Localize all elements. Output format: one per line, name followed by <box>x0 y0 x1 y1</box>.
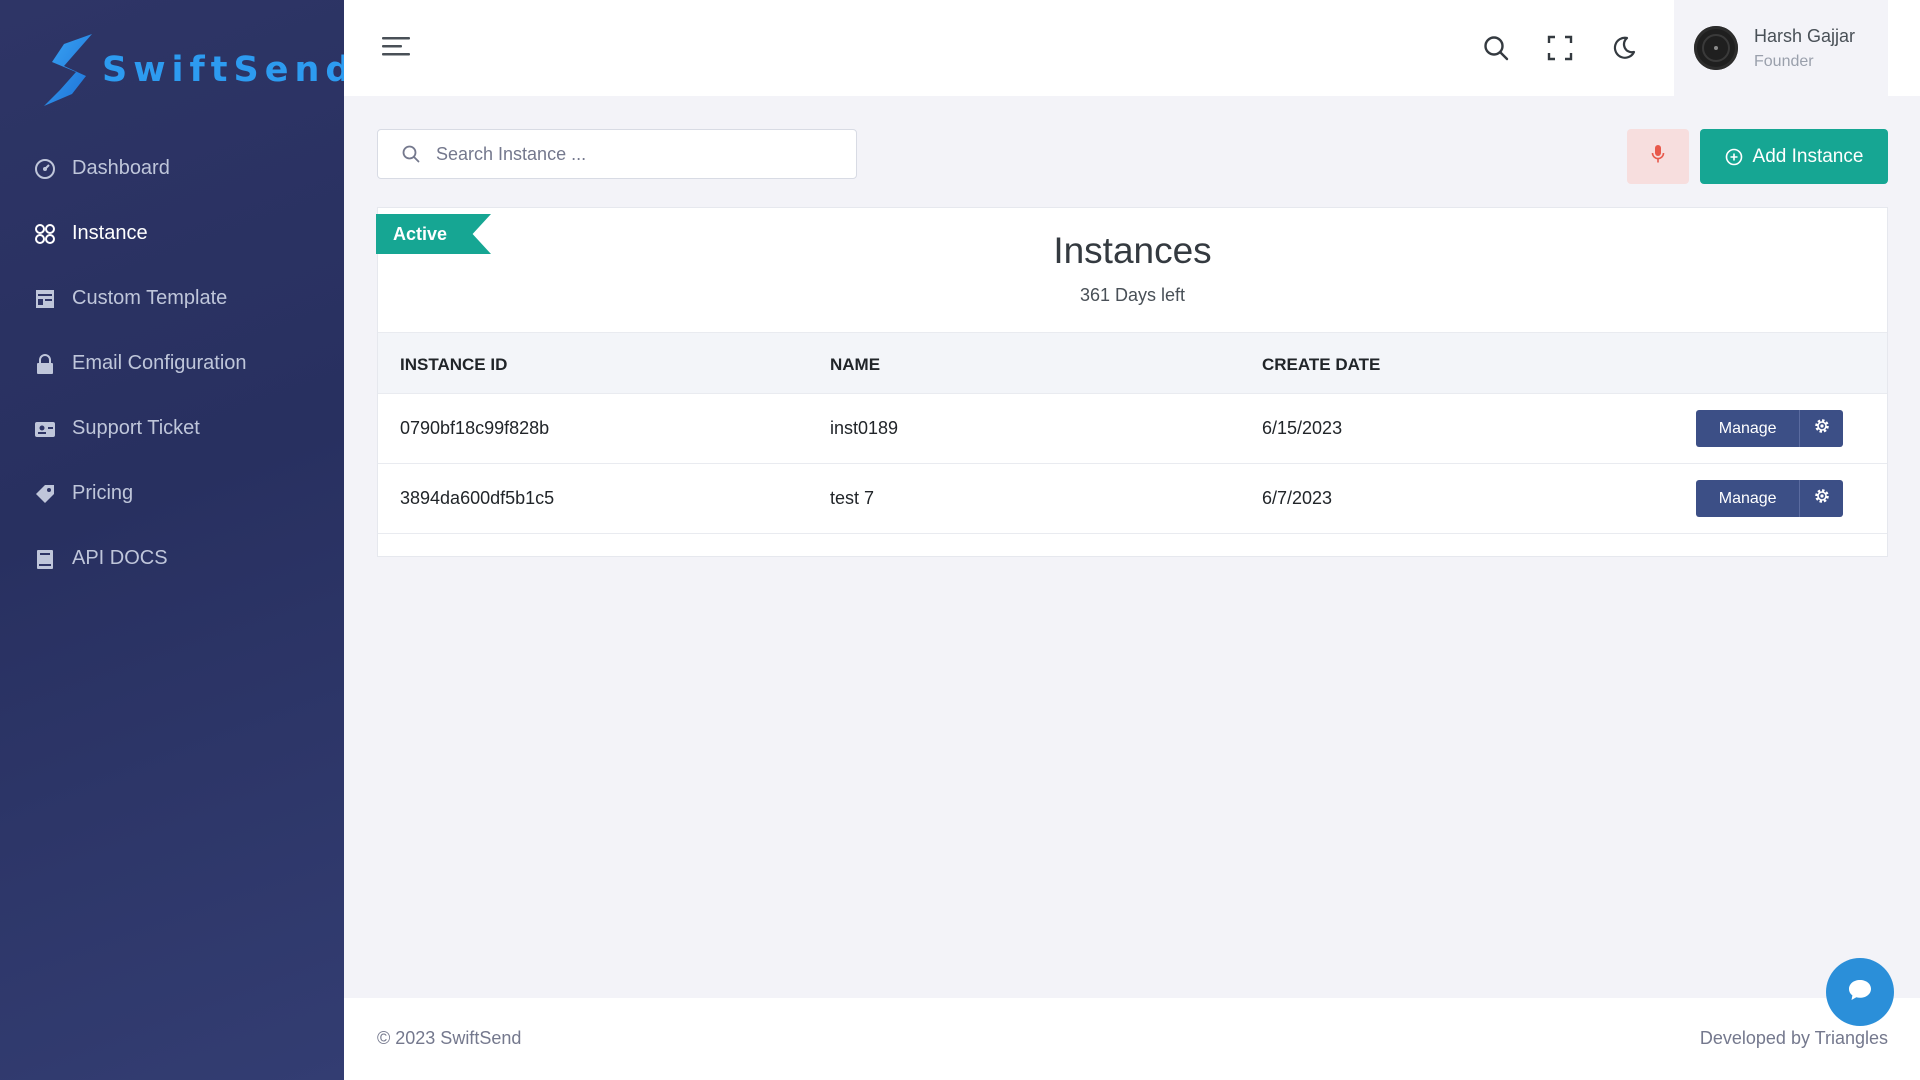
sidebar-item-support-ticket[interactable]: Support Ticket <box>0 396 344 461</box>
settings-button[interactable] <box>1799 480 1843 517</box>
sidebar-item-label: API DOCS <box>72 547 168 569</box>
grid-icon <box>34 223 56 245</box>
search-box <box>377 129 857 179</box>
book-icon <box>34 548 56 570</box>
create-date: 6/7/2023 <box>1262 488 1333 508</box>
sidebar-item-label: Support Ticket <box>72 417 200 439</box>
tag-icon <box>34 483 56 505</box>
search-icon <box>402 145 420 163</box>
sidebar-item-label: Instance <box>72 222 148 244</box>
search-icon[interactable] <box>1480 32 1512 64</box>
instances-card: Instances 361 Days left INSTANCE ID NAME… <box>377 207 1888 557</box>
gear-icon <box>1813 417 1831 440</box>
manage-button[interactable]: Manage <box>1696 410 1800 447</box>
create-date: 6/15/2023 <box>1262 418 1343 438</box>
ticket-icon <box>34 418 56 440</box>
sidebar-item-dashboard[interactable]: Dashboard <box>0 136 344 201</box>
topbar: Harsh Gajjar Founder <box>344 0 1920 96</box>
manage-button[interactable]: Manage <box>1696 480 1800 517</box>
instance-id: 3894da600df5b1c5 <box>400 488 555 508</box>
sidebar-item-email-configuration[interactable]: Email Configuration <box>0 331 344 396</box>
voice-search-button[interactable] <box>1627 129 1689 184</box>
user-role: Founder <box>1754 52 1814 70</box>
chat-button[interactable] <box>1826 958 1894 1026</box>
sidebar-item-label: Dashboard <box>72 157 170 179</box>
instance-name: inst0189 <box>830 418 899 438</box>
table-row: 0790bf18c99f828b inst0189 6/15/2023 Mana… <box>378 394 1887 464</box>
developer-credit: Developed by Triangles <box>1699 1028 1888 1048</box>
user-profile[interactable]: Harsh Gajjar Founder <box>1674 0 1888 96</box>
page-title: Instances <box>1053 230 1212 271</box>
sidebar-item-label: Email Configuration <box>72 352 247 374</box>
copyright: © 2023 SwiftSend <box>377 1028 522 1048</box>
moon-icon[interactable] <box>1608 32 1640 64</box>
sidebar-item-api-docs[interactable]: API DOCS <box>0 526 344 591</box>
sidebar-item-pricing[interactable]: Pricing <box>0 461 344 526</box>
add-instance-label: Add Instance <box>1752 145 1864 167</box>
column-header: NAME <box>830 355 881 374</box>
chat-icon <box>1847 978 1873 1007</box>
settings-button[interactable] <box>1799 410 1843 447</box>
fullscreen-icon[interactable] <box>1544 32 1576 64</box>
sidebar-item-label: Custom Template <box>72 287 228 309</box>
footer: © 2023 SwiftSend Developed by Triangles <box>344 998 1920 1080</box>
gauge-icon <box>34 158 56 180</box>
sidebar-item-label: Pricing <box>72 482 134 504</box>
template-icon <box>34 288 56 310</box>
table-header: INSTANCE ID NAME CREATE DATE <box>378 332 1887 394</box>
days-left: 361 Days left <box>1079 285 1186 305</box>
sidebar-item-custom-template[interactable]: Custom Template <box>0 266 344 331</box>
avatar <box>1694 26 1738 70</box>
add-instance-button[interactable]: Add Instance <box>1700 129 1888 184</box>
plus-circle-icon <box>1725 148 1742 165</box>
table-row: 3894da600df5b1c5 test 7 6/7/2023 Manage <box>378 464 1887 534</box>
lock-icon <box>34 353 56 375</box>
brand-logo[interactable]: SwiftSend <box>42 32 356 108</box>
sidebar-item-instance[interactable]: Instance <box>0 201 344 266</box>
brand-name: SwiftSend <box>102 50 357 90</box>
sidebar-nav: Dashboard Instance Custom Template Email… <box>0 136 344 591</box>
manage-button-group: Manage <box>1696 410 1843 447</box>
manage-button-group: Manage <box>1696 480 1843 517</box>
microphone-icon <box>1651 144 1665 169</box>
instance-name: test 7 <box>830 488 875 508</box>
swiftsend-logo-icon <box>44 34 92 106</box>
gear-icon <box>1813 487 1831 510</box>
user-name: Harsh Gajjar <box>1754 25 1856 46</box>
instance-id: 0790bf18c99f828b <box>400 418 550 438</box>
column-header: CREATE DATE <box>1262 355 1381 374</box>
search-input[interactable] <box>434 142 838 166</box>
sidebar: SwiftSend Dashboard Instance Custom Temp… <box>0 0 350 1080</box>
column-header: INSTANCE ID <box>400 355 508 374</box>
menu-icon[interactable] <box>382 36 410 63</box>
